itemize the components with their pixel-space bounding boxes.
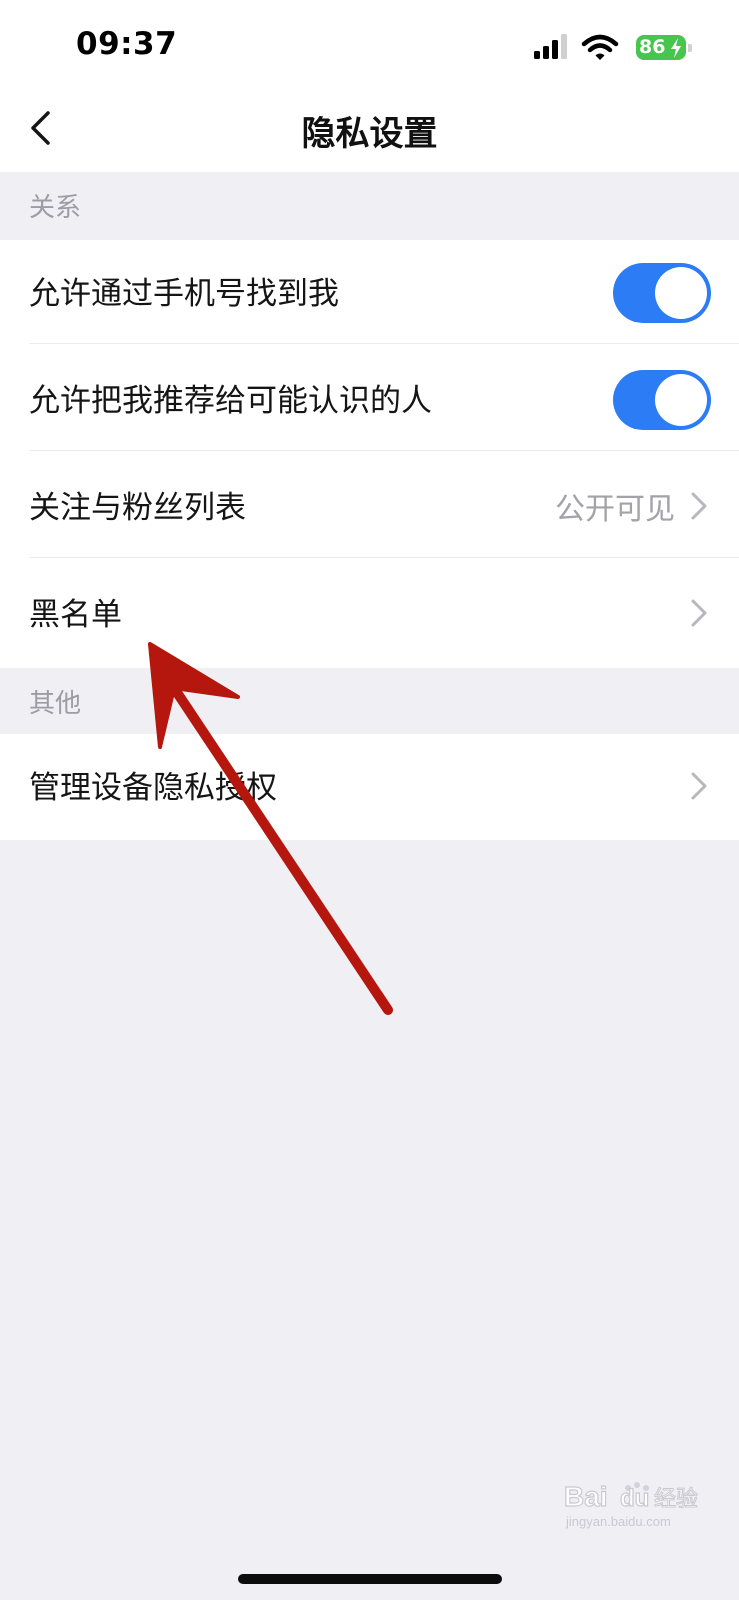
relations-group: 允许通过手机号找到我 允许把我推荐给可能认识的人 关注与粉丝列表 公开可见 黑名… <box>0 240 739 668</box>
svg-text:经验: 经验 <box>654 1487 698 1512</box>
wifi-icon <box>581 34 619 60</box>
home-indicator[interactable] <box>238 1574 502 1584</box>
page-title: 隐私设置 <box>301 114 438 154</box>
divider <box>29 450 739 451</box>
section-header-others: 其他 <box>29 689 82 719</box>
chevron-right-icon <box>691 492 707 520</box>
row-find-by-phone[interactable]: 允许通过手机号找到我 <box>0 240 739 344</box>
svg-text:du: du <box>620 1485 649 1512</box>
row-recommend-to-contacts[interactable]: 允许把我推荐给可能认识的人 <box>0 347 739 451</box>
divider <box>29 557 739 558</box>
status-time: 09:37 <box>76 26 178 62</box>
row-device-privacy-authorization[interactable]: 管理设备隐私授权 <box>0 734 739 840</box>
toggle-recommend-to-contacts[interactable] <box>613 370 711 430</box>
row-label: 黑名单 <box>29 597 122 633</box>
toggle-knob <box>655 267 707 319</box>
chevron-right-icon <box>691 599 707 627</box>
divider <box>29 343 739 344</box>
battery-cap <box>688 44 692 52</box>
toggle-knob <box>655 374 707 426</box>
chevron-right-icon <box>691 772 707 800</box>
row-label: 允许把我推荐给可能认识的人 <box>29 383 432 419</box>
row-value-visibility: 公开可见 <box>555 492 675 527</box>
row-label: 允许通过手机号找到我 <box>29 276 339 312</box>
section-header-relations: 关系 <box>29 193 82 223</box>
battery-level: 86 <box>639 36 666 58</box>
row-blacklist[interactable]: 黑名单 <box>0 561 739 665</box>
svg-text:Bai: Bai <box>564 1481 608 1512</box>
row-follow-fans-list[interactable]: 关注与粉丝列表 公开可见 <box>0 454 739 558</box>
status-icons: 86 <box>534 33 696 63</box>
cellular-signal-icon <box>534 34 567 59</box>
row-label: 管理设备隐私授权 <box>29 770 277 806</box>
toggle-find-by-phone[interactable] <box>613 263 711 323</box>
baidu-paw-icon: Bai du 经验 jingyan.baidu.com <box>563 1480 698 1529</box>
row-label: 关注与粉丝列表 <box>29 490 246 526</box>
top-bar: 09:37 86 隐私设置 <box>0 0 739 172</box>
svg-text:jingyan.baidu.com: jingyan.baidu.com <box>565 1514 671 1529</box>
battery-icon: 86 <box>636 35 686 60</box>
charging-bolt-icon <box>671 38 681 58</box>
baidu-jingyan-watermark: Bai du 经验 jingyan.baidu.com <box>560 1476 710 1532</box>
others-group: 管理设备隐私授权 <box>0 734 739 840</box>
